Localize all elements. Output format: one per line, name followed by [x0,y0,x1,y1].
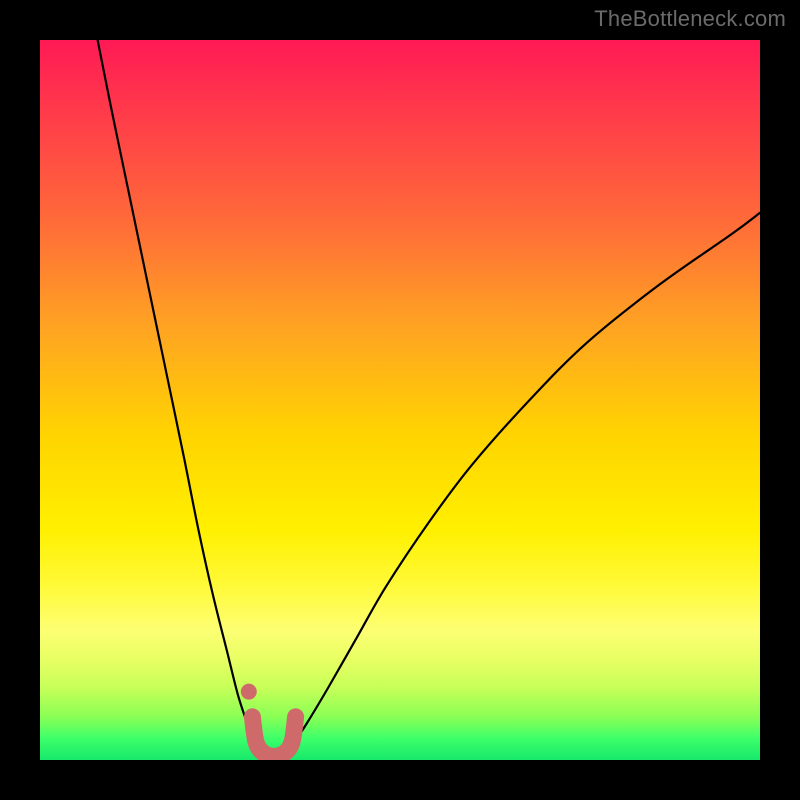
plot-area [40,40,760,760]
right-curve [292,213,760,746]
chart-svg [40,40,760,760]
left-curve [98,40,255,746]
highlight-dot [241,684,257,700]
highlight-segment [252,717,295,757]
chart-frame: TheBottleneck.com [0,0,800,800]
watermark-text: TheBottleneck.com [594,6,786,32]
